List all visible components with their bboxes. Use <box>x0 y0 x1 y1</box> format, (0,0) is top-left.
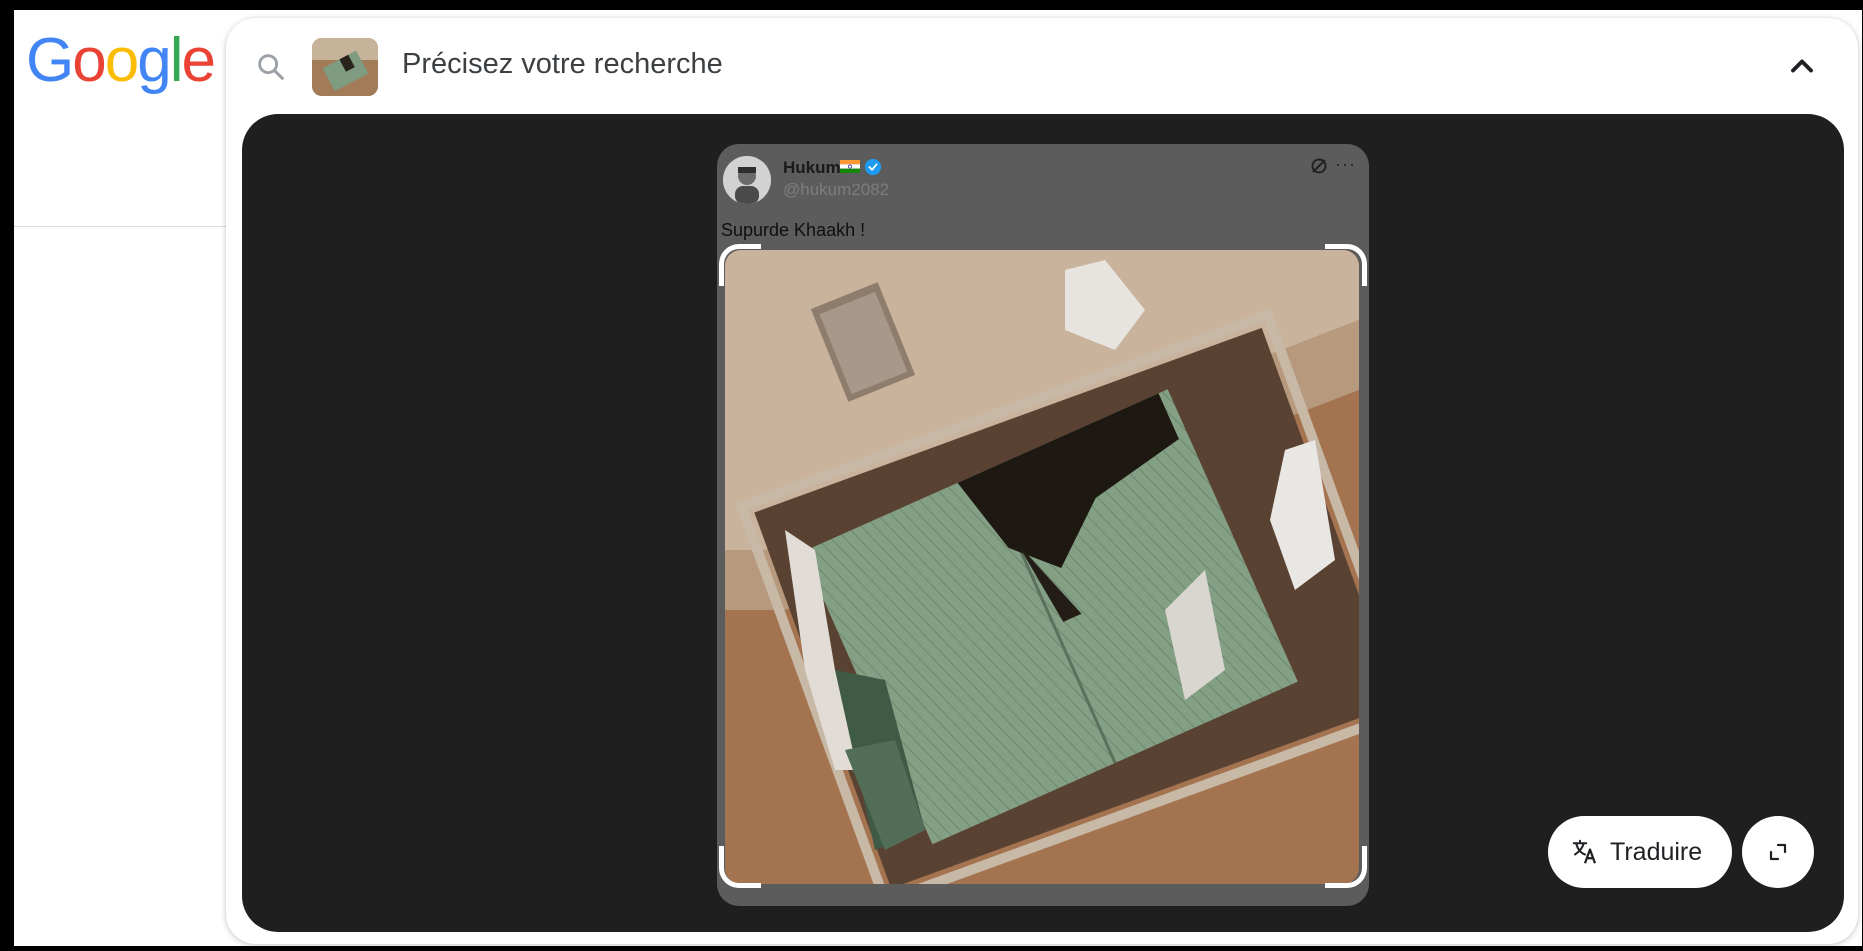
avatar <box>723 156 771 204</box>
tweet-handle[interactable]: @hukum2082 <box>783 180 889 200</box>
more-options-icon[interactable]: ··· <box>1335 154 1356 175</box>
search-bar[interactable]: Précisez votre recherche <box>226 18 1858 116</box>
logo-letter: g <box>137 26 172 95</box>
crop-handle-top-left[interactable] <box>719 244 761 286</box>
chevron-up-icon[interactable] <box>1784 48 1820 84</box>
top-border <box>0 0 365 5</box>
crop-handle-bottom-left[interactable] <box>719 846 761 888</box>
india-flag-icon <box>840 160 860 173</box>
logo-letter: o <box>72 26 107 95</box>
verified-badge-icon <box>864 158 882 176</box>
crop-handle-top-right[interactable] <box>1325 244 1367 286</box>
crop-handle-bottom-right[interactable] <box>1325 846 1367 888</box>
tweet-card: Hukum @hukum2082 ··· Supurde Khaakh ! <box>717 144 1369 906</box>
search-icon[interactable] <box>254 50 288 84</box>
logo-letter: G <box>26 26 74 95</box>
logo-letter: o <box>104 26 140 95</box>
translate-button[interactable]: Traduire <box>1548 816 1732 888</box>
logo-letter: l <box>169 26 184 95</box>
search-image-thumbnail[interactable] <box>312 38 378 96</box>
image-viewer: Hukum @hukum2082 ··· Supurde Khaakh ! Tr… <box>242 114 1844 932</box>
search-input[interactable]: Précisez votre recherche <box>402 48 723 81</box>
expand-button[interactable] <box>1742 816 1814 888</box>
grok-icon[interactable] <box>1309 156 1329 176</box>
tweet-text: Supurde Khaakh ! <box>721 220 866 240</box>
google-logo[interactable]: Google <box>26 26 216 95</box>
tweet-display-name[interactable]: Hukum <box>783 158 841 178</box>
expand-icon <box>1769 843 1787 861</box>
tweet-photo <box>725 250 1359 884</box>
translate-label: Traduire <box>1610 837 1703 866</box>
logo-letter: e <box>181 26 216 95</box>
header-divider <box>14 226 228 227</box>
translate-icon <box>1572 839 1597 864</box>
